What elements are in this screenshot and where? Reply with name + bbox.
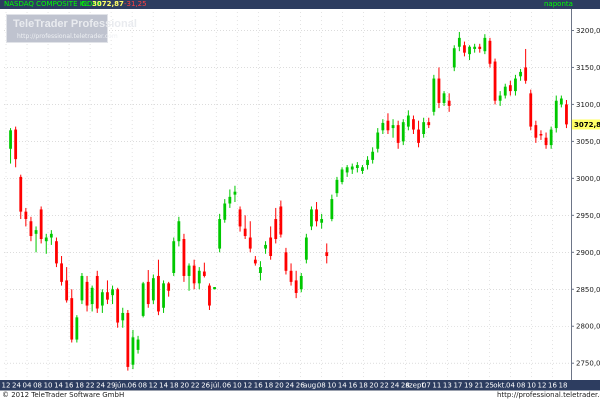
date-tick-label: 08 <box>317 382 326 390</box>
date-tick-label: 20 <box>275 382 284 390</box>
date-tick-label: 13 <box>443 382 452 390</box>
date-tick-label: 18 <box>170 382 179 390</box>
date-tick-label: 24 <box>285 382 294 390</box>
date-tick-label: 11 <box>432 382 441 390</box>
date-tick-label: 10 <box>327 382 336 390</box>
date-tick-label: 16 <box>254 382 263 390</box>
date-tick-label: 22 <box>191 382 200 390</box>
date-tick-label: 12 <box>149 382 158 390</box>
date-tick-label: 16 <box>348 382 357 390</box>
date-tick-label: 10 <box>233 382 242 390</box>
date-tick-label: 19 <box>464 382 473 390</box>
date-tick-label: 24 <box>390 382 399 390</box>
date-tick-label: 26 <box>201 382 210 390</box>
chart-window: NASDAQ COMPOSITE INDEX C: 3072,87 -31,25… <box>0 0 600 400</box>
date-tick-label: 22 <box>380 382 389 390</box>
date-tick-label: júl. <box>210 382 222 390</box>
date-tick-label: 18 <box>359 382 368 390</box>
date-tick-label: 08 <box>33 382 42 390</box>
date-tick-label: 08 <box>138 382 147 390</box>
date-tick-label: 18 <box>559 382 568 390</box>
date-tick-label: 16 <box>548 382 557 390</box>
date-tick-label: jún. <box>114 382 128 390</box>
copyright-text: © 2012 TeleTrader Software GmbH <box>2 391 125 399</box>
date-tick-label: 24 <box>12 382 21 390</box>
date-tick-label: 08 <box>517 382 526 390</box>
date-tick-label: 14 <box>54 382 63 390</box>
date-tick-label: 22 <box>86 382 95 390</box>
footer-bar: © 2012 TeleTrader Software GmbH http://p… <box>0 390 600 400</box>
date-tick-label: 12 <box>2 382 11 390</box>
date-tick-label: 20 <box>180 382 189 390</box>
date-tick-label: 16 <box>65 382 74 390</box>
date-tick-label: 17 <box>453 382 462 390</box>
date-axis-labels: 12 24 04 08 10 14 16 18 22 24 29 jún. 06 08 12 14 18 20 22… <box>2 382 568 390</box>
date-tick-label: 21 <box>474 382 483 390</box>
date-tick-label: 10 <box>44 382 53 390</box>
date-tick-label: 07 <box>422 382 431 390</box>
date-tick-label: 04 <box>23 382 32 390</box>
date-tick-label: 20 <box>369 382 378 390</box>
date-tick-label: 24 <box>96 382 105 390</box>
date-tick-label: 14 <box>159 382 168 390</box>
date-tick-label: 18 <box>75 382 84 390</box>
date-tick-label: 04 <box>506 382 515 390</box>
date-tick-label: 14 <box>338 382 347 390</box>
date-tick-label: 12 <box>243 382 252 390</box>
date-tick-label: okt. <box>493 382 506 390</box>
date-tick-label: 10 <box>527 382 536 390</box>
date-tick-label: 06 <box>222 382 231 390</box>
date-tick-label: 18 <box>264 382 273 390</box>
footer-url: http://professional.teletrader.com <box>497 391 600 399</box>
date-tick-label: 12 <box>538 382 547 390</box>
date-tick-label: 06 <box>128 382 137 390</box>
